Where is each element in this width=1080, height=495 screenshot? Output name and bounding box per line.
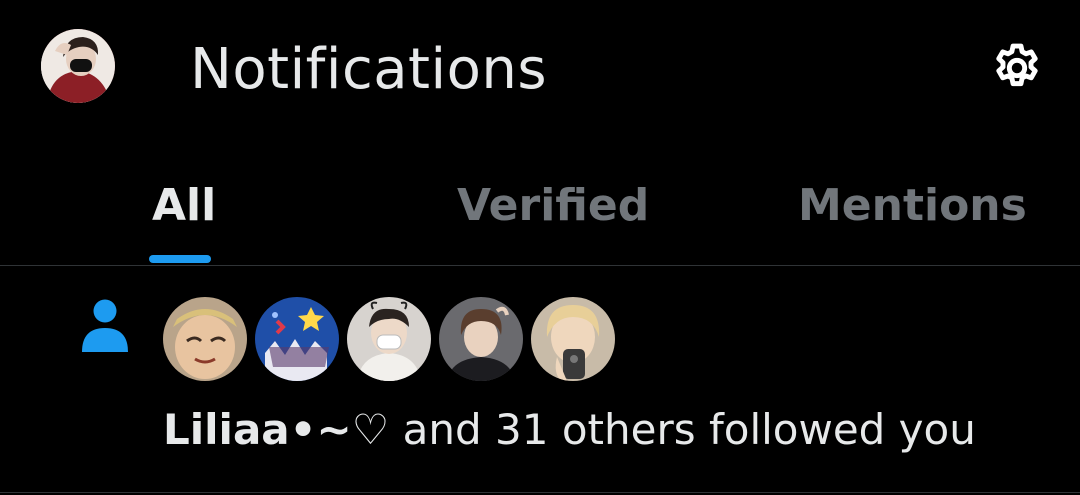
tab-bar: All Verified Mentions bbox=[0, 165, 1080, 265]
follower-avatar[interactable] bbox=[255, 297, 339, 381]
tab-label: Verified bbox=[457, 180, 650, 231]
profile-avatar[interactable] bbox=[41, 29, 115, 103]
tab-verified[interactable]: Verified bbox=[360, 165, 720, 265]
tab-label: All bbox=[152, 180, 217, 231]
notification-item[interactable]: Liliaa•~♡ and 31 others followed you bbox=[0, 266, 1080, 492]
follower-avatar[interactable] bbox=[531, 297, 615, 381]
notification-message: and 31 others followed you bbox=[389, 405, 976, 454]
gear-icon bbox=[996, 43, 1038, 87]
settings-button[interactable] bbox=[985, 36, 1049, 100]
person-icon bbox=[82, 299, 128, 352]
tab-all[interactable]: All bbox=[0, 165, 360, 265]
divider bbox=[0, 492, 1080, 493]
selected-tab-indicator bbox=[149, 255, 211, 263]
follower-avatar[interactable] bbox=[347, 297, 431, 381]
follower-avatar[interactable] bbox=[163, 297, 247, 381]
tab-label: Mentions bbox=[798, 180, 1027, 231]
tab-mentions[interactable]: Mentions bbox=[720, 165, 1080, 265]
notification-text: Liliaa•~♡ and 31 others followed you bbox=[163, 404, 976, 456]
follower-name[interactable]: Liliaa•~♡ bbox=[163, 405, 389, 454]
header: Notifications bbox=[0, 0, 1080, 140]
page-title: Notifications bbox=[190, 37, 547, 102]
follower-avatar[interactable] bbox=[439, 297, 523, 381]
